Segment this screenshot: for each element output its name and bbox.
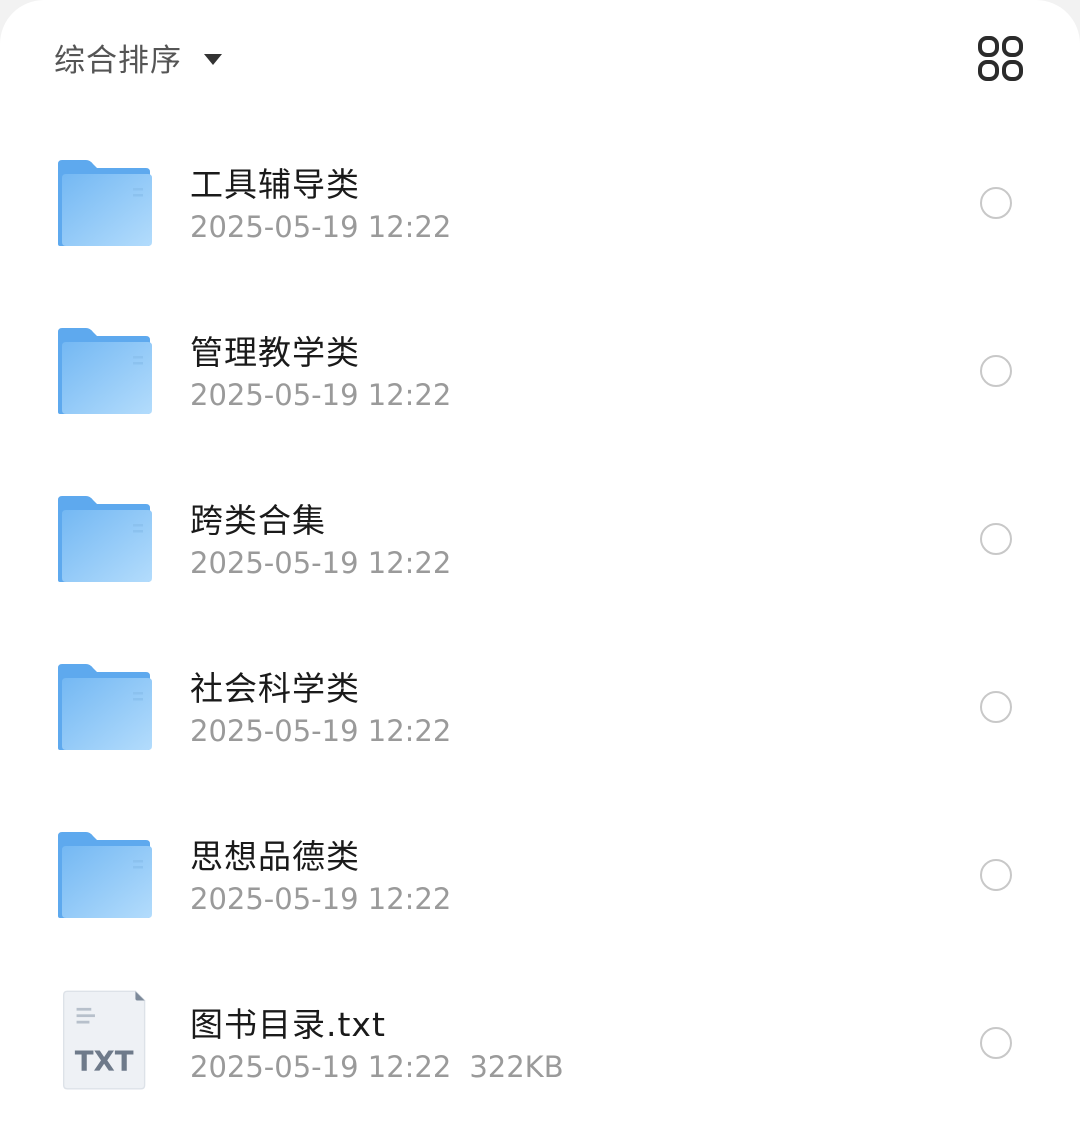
select-radio[interactable]	[980, 859, 1012, 891]
list-item-folder[interactable]: 工具辅导类 2025-05-19 12:22	[0, 118, 1080, 286]
file-name: 社会科学类	[190, 669, 360, 708]
toolbar: 综合排序	[0, 0, 1080, 112]
sort-dropdown-button[interactable]: 综合排序	[54, 34, 222, 80]
select-radio[interactable]	[980, 691, 1012, 723]
select-radio[interactable]	[980, 187, 1012, 219]
file-date: 2025-05-19 12:22	[190, 1050, 452, 1084]
txt-file-icon: TXT	[62, 990, 146, 1090]
file-name: 思想品德类	[190, 837, 360, 876]
file-name: 图书目录.txt	[190, 1005, 386, 1044]
file-meta: 2025-05-19 12:22 322KB	[190, 1050, 564, 1084]
select-radio[interactable]	[980, 1027, 1012, 1059]
folder-icon	[58, 328, 152, 414]
grid-view-button[interactable]	[976, 34, 1026, 84]
folder-icon	[58, 496, 152, 582]
folder-icon	[58, 664, 152, 750]
select-radio[interactable]	[980, 523, 1012, 555]
file-name: 工具辅导类	[190, 165, 360, 204]
txt-icon-label: TXT	[75, 1044, 134, 1077]
file-list: 工具辅导类 2025-05-19 12:22 管理教学类 2025-05-19 …	[0, 118, 1080, 1126]
list-item-folder[interactable]: 社会科学类 2025-05-19 12:22	[0, 622, 1080, 790]
file-date: 2025-05-19 12:22	[190, 546, 452, 580]
sort-label: 综合排序	[54, 42, 182, 79]
file-name: 管理教学类	[190, 333, 360, 372]
file-date: 2025-05-19 12:22	[190, 210, 452, 244]
caret-down-icon	[204, 53, 222, 65]
list-item-folder[interactable]: 思想品德类 2025-05-19 12:22	[0, 790, 1080, 958]
grid-view-icon	[978, 36, 1023, 81]
folder-icon	[58, 160, 152, 246]
file-size: 322KB	[469, 1050, 564, 1084]
list-item-folder[interactable]: 管理教学类 2025-05-19 12:22	[0, 286, 1080, 454]
folder-icon	[58, 832, 152, 918]
file-date: 2025-05-19 12:22	[190, 882, 452, 916]
file-browser-sheet: 综合排序 工具辅导类 2025-05-19 12:22 管理教学类 2025-0…	[0, 0, 1080, 1128]
file-date: 2025-05-19 12:22	[190, 378, 452, 412]
file-name: 跨类合集	[190, 501, 326, 540]
file-date: 2025-05-19 12:22	[190, 714, 452, 748]
select-radio[interactable]	[980, 355, 1012, 387]
list-item-txt-file[interactable]: TXT 图书目录.txt 2025-05-19 12:22 322KB	[0, 958, 1080, 1126]
list-item-folder[interactable]: 跨类合集 2025-05-19 12:22	[0, 454, 1080, 622]
